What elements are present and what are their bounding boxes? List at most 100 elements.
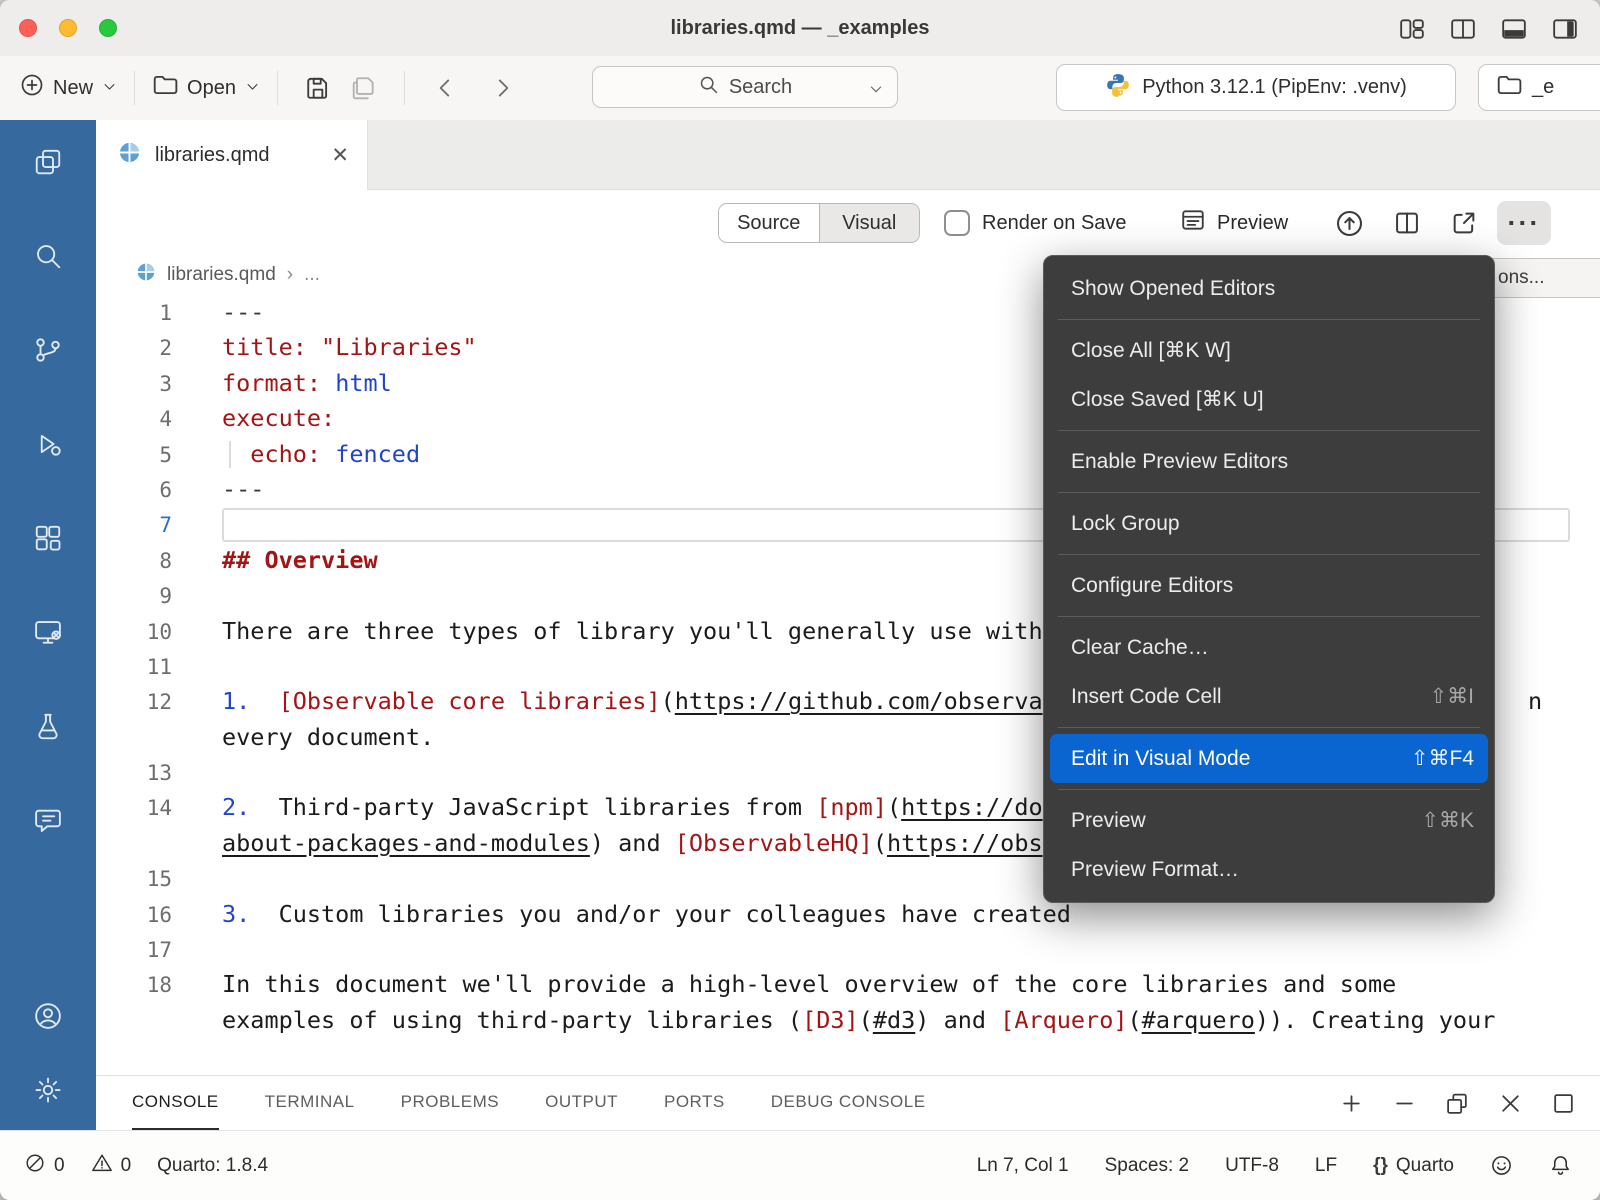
code-text: about-packages-and-modules) and [Observa…: [222, 829, 1043, 857]
testing-flask-icon[interactable]: [26, 704, 70, 748]
error-count: 0: [54, 1155, 65, 1177]
open-external-icon[interactable]: [1448, 207, 1480, 239]
minimize-panel-icon[interactable]: [1391, 1090, 1417, 1116]
maximize-panel-icon[interactable]: [1550, 1090, 1576, 1116]
publish-icon[interactable]: [1333, 207, 1365, 239]
run-debug-icon[interactable]: [26, 422, 70, 466]
settings-gear-icon[interactable]: [26, 1068, 70, 1112]
line-number: 3: [96, 367, 172, 402]
activity-bar: [0, 120, 96, 1130]
code-line[interactable]: examples of using third-party libraries …: [96, 1003, 1600, 1038]
menu-item-configure-editors[interactable]: Configure Editors: [1044, 561, 1494, 610]
indentation[interactable]: Spaces: 2: [1105, 1155, 1190, 1177]
preview-button[interactable]: Preview: [1180, 191, 1288, 255]
menu-item-label: Preview Format…: [1071, 858, 1474, 882]
source-mode-button[interactable]: Source: [719, 204, 819, 242]
render-on-save-checkbox[interactable]: [944, 210, 970, 236]
extensions-icon[interactable]: [26, 516, 70, 560]
status-bar: 0 0 Quarto: 1.8.4 Ln 7, Col 1 Spaces: 2 …: [0, 1130, 1600, 1200]
search-icon: [698, 74, 719, 101]
split-editor-icon[interactable]: [1391, 207, 1423, 239]
close-panel-icon[interactable]: [1497, 1090, 1523, 1116]
code-line[interactable]: 17: [96, 932, 1600, 967]
feedback-smiley-icon[interactable]: [1490, 1154, 1513, 1177]
problems-errors[interactable]: 0: [24, 1152, 65, 1180]
editor-action-bar: Source Visual Render on Save Preview ···: [96, 191, 1600, 255]
cursor-position[interactable]: Ln 7, Col 1: [977, 1155, 1069, 1177]
back-icon[interactable]: [432, 75, 458, 101]
menu-item-clear-cache[interactable]: Clear Cache…: [1044, 623, 1494, 672]
more-actions-button[interactable]: ···: [1497, 201, 1551, 245]
menu-item-preview-format[interactable]: Preview Format…: [1044, 845, 1494, 894]
interpreter-selector[interactable]: Python 3.12.1 (PipEnv: .venv): [1056, 64, 1456, 111]
breadcrumb-ellipsis[interactable]: ...: [304, 264, 320, 286]
explorer-icon[interactable]: [26, 140, 70, 184]
code-text: 1. [Observable core libraries](https://g…: [222, 687, 1043, 715]
breadcrumb-file[interactable]: libraries.qmd: [167, 264, 276, 286]
restore-panel-icon[interactable]: [1444, 1090, 1470, 1116]
line-number: 8: [96, 544, 172, 579]
warning-icon: [91, 1152, 113, 1180]
workspace-button[interactable]: _e: [1478, 64, 1600, 111]
menu-item-close-saved-k-u[interactable]: Close Saved [⌘K U]: [1044, 375, 1494, 424]
menu-item-show-opened-editors[interactable]: Show Opened Editors: [1044, 264, 1494, 313]
panel-tab-console[interactable]: CONSOLE: [132, 1076, 219, 1130]
save-all-icon[interactable]: [351, 75, 377, 101]
menu-item-preview[interactable]: Preview⇧⌘K: [1044, 796, 1494, 845]
close-tab-icon[interactable]: ✕: [331, 143, 349, 168]
open-button[interactable]: Open: [152, 72, 260, 104]
menu-item-enable-preview-editors[interactable]: Enable Preview Editors: [1044, 437, 1494, 486]
search-sidebar-icon[interactable]: [26, 234, 70, 278]
comments-icon[interactable]: [26, 798, 70, 842]
quarto-version-label: Quarto: 1.8.4: [157, 1155, 268, 1177]
layout-right-panel-icon[interactable]: [1551, 15, 1578, 42]
open-button-label: Open: [187, 77, 236, 100]
account-icon[interactable]: [26, 994, 70, 1038]
quarto-version[interactable]: Quarto: 1.8.4: [157, 1155, 268, 1177]
add-console-icon[interactable]: [1338, 1090, 1364, 1116]
layout-grid-icon[interactable]: [1398, 15, 1425, 42]
menu-separator: [1058, 727, 1480, 728]
code-text: title: "Libraries": [222, 333, 477, 361]
panel-tab-output[interactable]: OUTPUT: [545, 1076, 618, 1130]
chevron-down-icon[interactable]: [868, 80, 884, 103]
code-line[interactable]: own libraries is covered in the article …: [96, 1038, 1600, 1039]
menu-item-lock-group[interactable]: Lock Group: [1044, 499, 1494, 548]
folder-icon: [1496, 72, 1522, 104]
search-input[interactable]: Search: [592, 66, 898, 108]
code-line[interactable]: 18In this document we'll provide a high-…: [96, 967, 1600, 1002]
save-icon[interactable]: [305, 75, 331, 101]
source-control-icon[interactable]: [26, 328, 70, 372]
eol-sequence[interactable]: LF: [1315, 1155, 1337, 1177]
menu-item-edit-in-visual-mode[interactable]: Edit in Visual Mode⇧⌘F4: [1050, 734, 1488, 783]
menu-item-close-all-k-w[interactable]: Close All [⌘K W]: [1044, 326, 1494, 375]
panel-tab-terminal[interactable]: TERMINAL: [265, 1076, 355, 1130]
menu-item-label: Lock Group: [1071, 512, 1474, 536]
code-text: In this document we'll provide a high-le…: [222, 970, 1396, 998]
line-number: 1: [96, 296, 172, 331]
panel-tab-ports[interactable]: PORTS: [664, 1076, 725, 1130]
menu-item-insert-code-cell[interactable]: Insert Code Cell⇧⌘I: [1044, 672, 1494, 721]
layout-bottom-panel-icon[interactable]: [1500, 15, 1527, 42]
window-layout-controls: [1398, 15, 1578, 42]
layout-split-icon[interactable]: [1449, 15, 1476, 42]
forward-icon[interactable]: [490, 75, 516, 101]
line-number: 7: [96, 508, 172, 543]
menu-separator: [1058, 492, 1480, 493]
main-toolbar: New Open Search Python 3.12.1 (PipEnv: .…: [0, 56, 1600, 121]
problems-warnings[interactable]: 0: [91, 1152, 132, 1180]
code-text: execute:: [222, 404, 335, 432]
notifications-bell-icon[interactable]: [1549, 1154, 1572, 1177]
language-mode[interactable]: {} Quarto: [1373, 1155, 1454, 1177]
panel-tab-problems[interactable]: PROBLEMS: [401, 1076, 499, 1130]
tab-libraries-qmd[interactable]: libraries.qmd ✕: [96, 120, 368, 190]
source-visual-toggle: Source Visual: [718, 203, 920, 243]
connections-icon[interactable]: [26, 610, 70, 654]
code-text: 2. Third-party JavaScript libraries from…: [222, 793, 1043, 821]
new-button[interactable]: New: [20, 73, 117, 103]
code-text: ---: [222, 298, 264, 326]
panel-tab-debug-console[interactable]: DEBUG CONSOLE: [771, 1076, 926, 1130]
line-number: 15: [96, 862, 172, 897]
visual-mode-button[interactable]: Visual: [819, 204, 920, 242]
encoding[interactable]: UTF-8: [1225, 1155, 1279, 1177]
